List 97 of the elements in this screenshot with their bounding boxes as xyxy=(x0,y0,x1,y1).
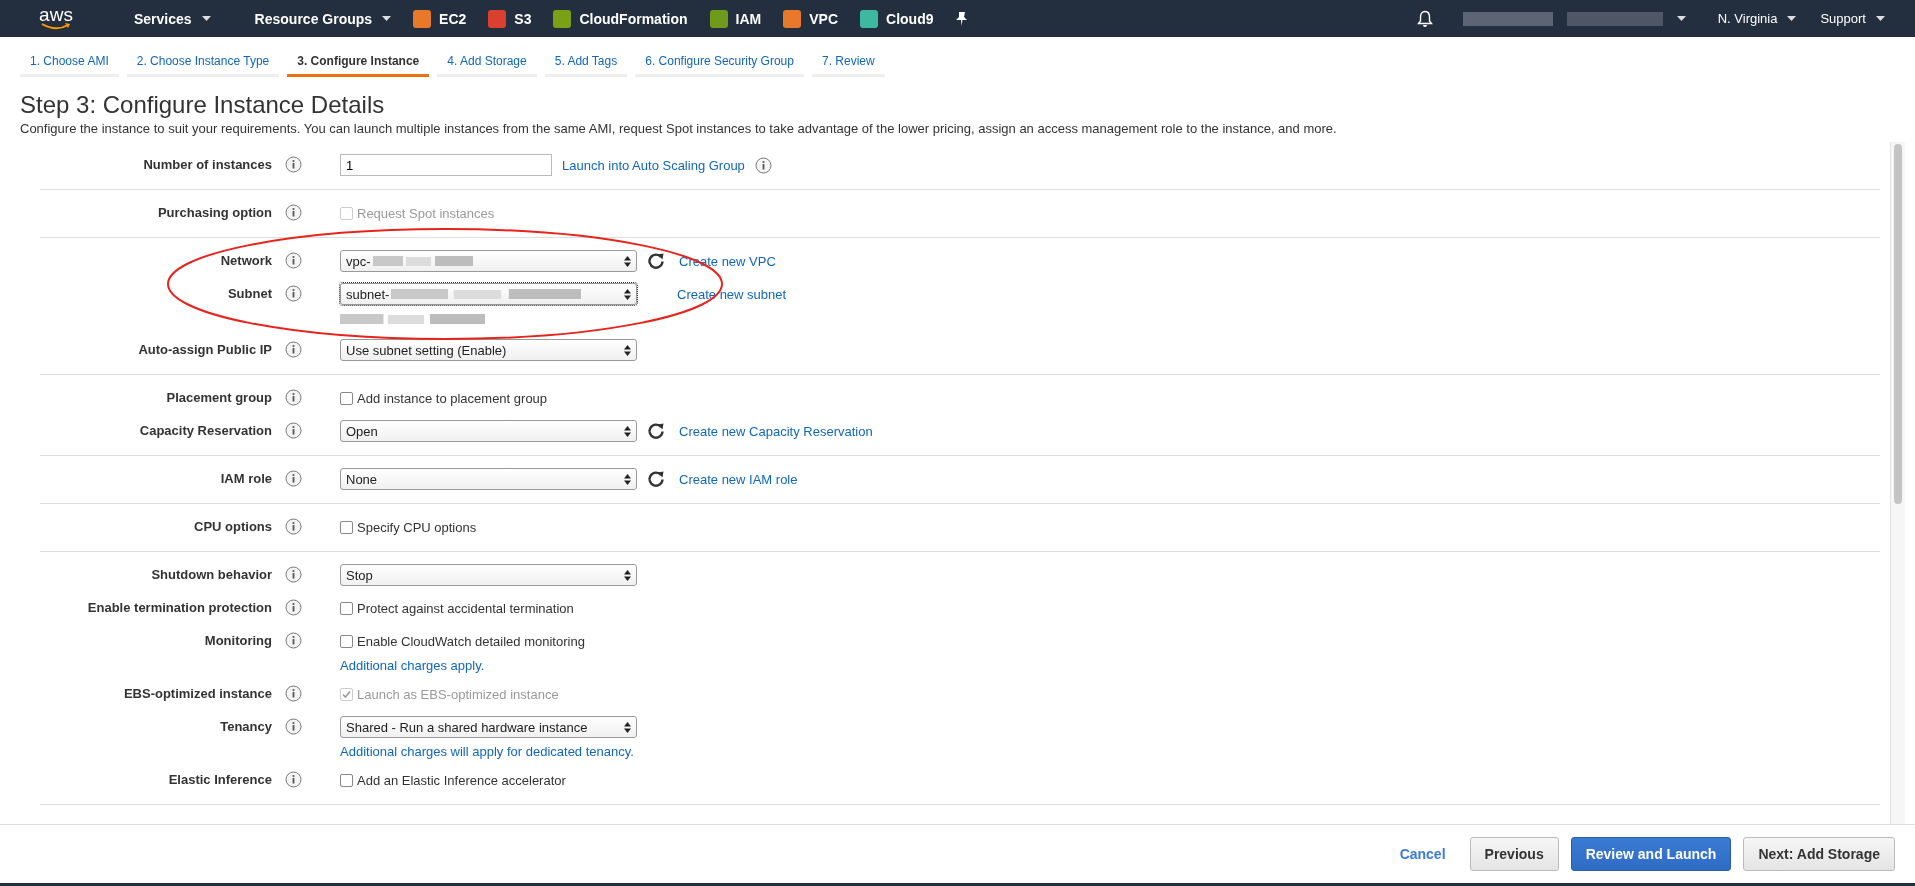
menu-button[interactable]: Resource Groups xyxy=(254,10,392,27)
info-icon[interactable] xyxy=(285,156,302,173)
dropdown[interactable]: subnet- xyxy=(340,283,637,305)
service-shortcut[interactable]: EC2 xyxy=(413,9,467,28)
checkbox[interactable] xyxy=(340,773,353,787)
checkbox[interactable] xyxy=(340,391,353,405)
field-label: Tenancy xyxy=(220,718,272,734)
caret-icon xyxy=(1787,15,1797,22)
checkbox-label[interactable]: Add instance to placement group xyxy=(340,390,548,406)
link[interactable]: Create new IAM role xyxy=(679,471,798,487)
field-label: Network xyxy=(220,252,272,268)
checkbox[interactable] xyxy=(340,601,353,615)
service-shortcut[interactable]: CloudFormation xyxy=(553,9,688,28)
region-menu[interactable]: N. Virginia xyxy=(1717,11,1797,26)
info-icon[interactable] xyxy=(285,718,302,735)
field-label: Number of instances xyxy=(143,156,272,172)
wizard-tab[interactable]: 6. Configure Security Group xyxy=(635,50,804,77)
field-label: Auto-assign Public IP xyxy=(138,341,272,357)
field-label: Elastic Inference xyxy=(168,771,272,787)
info-icon[interactable] xyxy=(285,771,302,788)
dropdown-arrows-icon xyxy=(624,425,631,437)
dropdown[interactable]: vpc- xyxy=(340,250,637,272)
field-label: Placement group xyxy=(166,389,272,405)
dropdown[interactable]: Stop xyxy=(340,564,637,586)
info-icon[interactable] xyxy=(754,156,772,174)
info-icon[interactable] xyxy=(285,566,302,583)
field-label: Shutdown behavior xyxy=(151,566,272,582)
footer-button[interactable]: Next: Add Storage xyxy=(1743,837,1895,871)
footer-button[interactable]: Review and Launch xyxy=(1570,837,1732,871)
field-label: CPU options xyxy=(194,518,272,534)
info-icon[interactable] xyxy=(285,285,302,302)
dropdown[interactable]: Use subnet setting (Enable) xyxy=(340,339,637,361)
info-icon[interactable] xyxy=(285,341,302,358)
info-icon[interactable] xyxy=(285,389,302,406)
dropdown[interactable]: None xyxy=(340,468,637,490)
support-menu[interactable]: Support xyxy=(1820,11,1885,26)
menu-button[interactable]: Services xyxy=(134,10,211,27)
number-field[interactable]: 1 xyxy=(340,154,552,176)
dropdown-arrows-icon xyxy=(624,255,631,267)
refresh-icon[interactable] xyxy=(647,470,665,488)
service-shortcut[interactable]: Cloud9 xyxy=(860,9,934,28)
checkbox[interactable] xyxy=(340,634,353,648)
field-label: Enable termination protection xyxy=(87,599,272,615)
field-label: Capacity Reservation xyxy=(139,422,272,438)
wizard-tab[interactable]: 5. Add Tags xyxy=(544,50,628,77)
dropdown-arrows-icon xyxy=(624,473,631,485)
dropdown-arrows-icon xyxy=(624,721,631,733)
wizard-tab[interactable]: 7. Review xyxy=(811,50,885,77)
link[interactable]: Additional charges apply. xyxy=(340,658,1880,673)
checkbox[interactable] xyxy=(340,520,353,534)
dropdown-arrows-icon xyxy=(624,569,631,581)
field-label: IAM role xyxy=(220,470,272,486)
info-icon[interactable] xyxy=(285,470,302,487)
refresh-icon[interactable] xyxy=(647,252,665,270)
link[interactable]: Create new Capacity Reservation xyxy=(679,423,873,439)
refresh-icon[interactable] xyxy=(647,422,665,440)
page-description: Configure the instance to suit your requirements. You can launch multiple instances from the same AMI, request Spot instances to take advantage of the lower pricing, assign an access management role to the instance, and more. xyxy=(20,121,1338,136)
dropdown[interactable]: Open xyxy=(340,420,637,442)
service-shortcut[interactable]: VPC xyxy=(783,9,839,28)
field-label: Subnet xyxy=(227,285,272,301)
checkbox-label[interactable]: Protect against accidental termination xyxy=(340,600,574,616)
page-title: Step 3: Configure Instance Details xyxy=(20,91,386,119)
link[interactable]: Create new subnet xyxy=(677,286,787,302)
service-shortcut[interactable]: IAM xyxy=(709,9,762,28)
checkbox-label[interactable]: Add an Elastic Inference accelerator xyxy=(340,772,566,788)
info-icon[interactable] xyxy=(285,599,302,616)
dropdown-arrows-icon xyxy=(624,344,631,356)
checkbox-label[interactable]: Specify CPU options xyxy=(340,519,477,535)
info-icon[interactable] xyxy=(285,632,302,649)
footer-button[interactable]: Previous xyxy=(1469,837,1559,871)
checkbox-label[interactable]: Enable CloudWatch detailed monitoring xyxy=(340,633,585,649)
field-label: Purchasing option xyxy=(157,204,272,220)
link[interactable]: Additional charges will apply for dedicated tenancy. xyxy=(340,744,1880,759)
info-icon[interactable] xyxy=(285,204,302,221)
caret-icon xyxy=(201,15,211,22)
cancel-link[interactable]: Cancel xyxy=(1387,837,1458,871)
caret-icon xyxy=(1876,15,1885,22)
scrollbar[interactable] xyxy=(1890,142,1905,824)
info-icon[interactable] xyxy=(285,252,302,269)
dropdown-arrows-icon xyxy=(624,288,631,300)
info-icon[interactable] xyxy=(285,685,302,702)
field-label: EBS-optimized instance xyxy=(123,685,272,701)
link[interactable]: Launch into Auto Scaling Group xyxy=(562,157,745,173)
caret-icon xyxy=(382,15,392,22)
dropdown[interactable]: Shared - Run a shared hardware instance xyxy=(340,716,637,738)
wizard-tab[interactable]: 2. Choose Instance Type xyxy=(126,50,280,77)
field-label: Monitoring xyxy=(204,632,272,648)
service-shortcut[interactable]: S3 xyxy=(488,9,532,28)
pin-icon[interactable] xyxy=(955,11,969,26)
info-icon[interactable] xyxy=(285,518,302,535)
aws-logo[interactable]: aws xyxy=(0,7,112,30)
info-icon[interactable] xyxy=(285,422,302,439)
wizard-tab[interactable]: 4. Add Storage xyxy=(437,50,537,77)
wizard-tab[interactable]: 3. Configure Instance xyxy=(287,50,430,77)
caret-icon xyxy=(1676,15,1686,22)
wizard-tab[interactable]: 1. Choose AMI xyxy=(20,50,119,77)
bell-icon[interactable] xyxy=(1416,10,1433,27)
